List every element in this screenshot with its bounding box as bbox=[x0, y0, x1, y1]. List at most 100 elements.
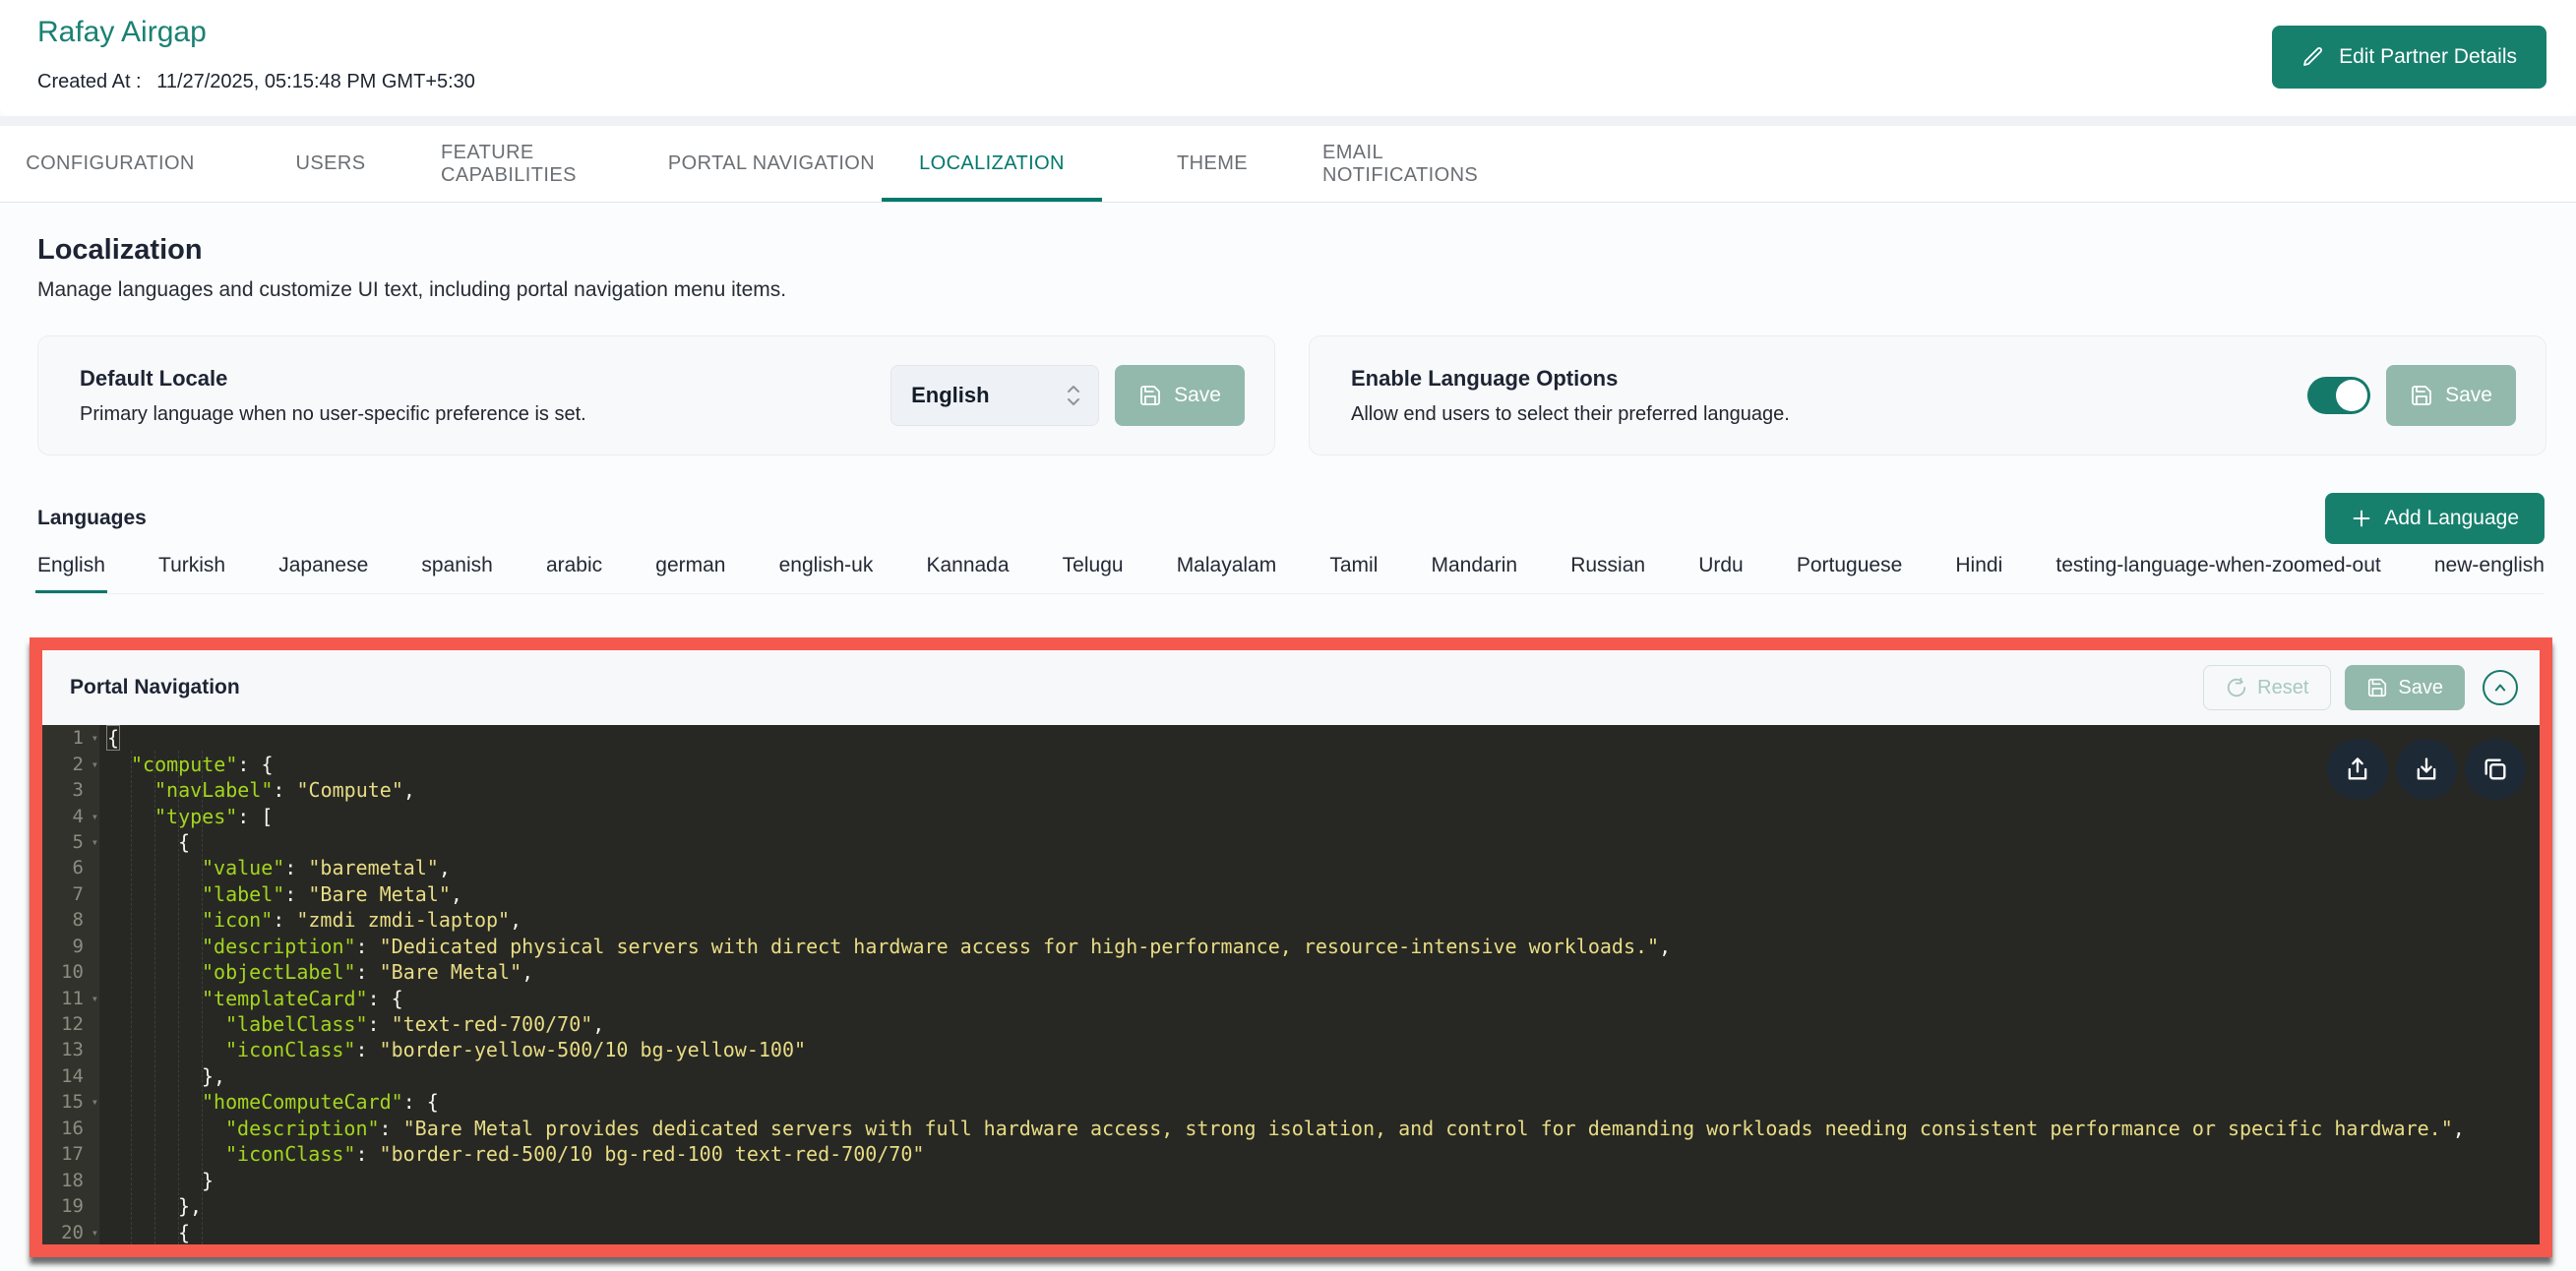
fold-toggle-icon[interactable]: ▾ bbox=[92, 810, 98, 823]
highlight-annotation-box: Portal Navigation Reset Save bbox=[30, 637, 2552, 1257]
section-title: Localization bbox=[37, 234, 2576, 267]
json-code-editor[interactable]: 1▾{2▾"compute": {3"navLabel": "Compute",… bbox=[42, 725, 2540, 1244]
header-divider bbox=[0, 116, 2576, 126]
page-title: Rafay Airgap bbox=[37, 16, 2576, 49]
portal-navigation-header: Portal Navigation Reset Save bbox=[42, 650, 2540, 725]
line-number: 9 bbox=[42, 936, 99, 957]
fold-toggle-icon[interactable]: ▾ bbox=[92, 992, 98, 1005]
chevron-up-down-icon bbox=[1065, 381, 1082, 410]
language-tab-english-uk[interactable]: english-uk bbox=[779, 554, 874, 593]
tab-theme[interactable]: THEME bbox=[1102, 126, 1322, 202]
toggle-knob bbox=[2336, 380, 2367, 411]
line-number: 19 bbox=[42, 1195, 99, 1217]
language-tab-hindi[interactable]: Hindi bbox=[1955, 554, 2002, 593]
download-icon[interactable] bbox=[2396, 739, 2457, 800]
code-line: 19}, bbox=[42, 1193, 2540, 1219]
code-line: 3"navLabel": "Compute", bbox=[42, 777, 2540, 803]
line-number: 4▾ bbox=[42, 806, 99, 827]
collapse-panel-button[interactable] bbox=[2483, 670, 2518, 705]
code-lines: 1▾{2▾"compute": {3"navLabel": "Compute",… bbox=[42, 725, 2540, 1244]
code-line: 11▾"templateCard": { bbox=[42, 985, 2540, 1010]
language-tab-testing-language-when-zoomed-out[interactable]: testing-language-when-zoomed-out bbox=[2055, 554, 2380, 593]
fold-toggle-icon[interactable]: ▾ bbox=[92, 757, 98, 771]
language-tab-german[interactable]: german bbox=[655, 554, 725, 593]
code-line: 13"iconClass": "border-yellow-500/10 bg-… bbox=[42, 1037, 2540, 1062]
plus-icon bbox=[2351, 508, 2372, 529]
floppy-save-icon bbox=[2410, 384, 2433, 407]
code-line: 7"label": "Bare Metal", bbox=[42, 881, 2540, 907]
language-tab-urdu[interactable]: Urdu bbox=[1698, 554, 1744, 593]
created-at-value: 11/27/2025, 05:15:48 PM GMT+5:30 bbox=[156, 71, 475, 92]
tab-configuration[interactable]: CONFIGURATION bbox=[0, 126, 220, 202]
code-line: 14}, bbox=[42, 1063, 2540, 1089]
language-tab-kannada[interactable]: Kannada bbox=[926, 554, 1009, 593]
line-number: 8 bbox=[42, 909, 99, 931]
language-tab-new-english[interactable]: new-english bbox=[2434, 554, 2545, 593]
section-subtitle: Manage languages and customize UI text, … bbox=[37, 278, 2546, 302]
languages-label: Languages bbox=[37, 507, 147, 530]
line-number: 10 bbox=[42, 961, 99, 983]
edit-partner-details-button[interactable]: Edit Partner Details bbox=[2272, 26, 2546, 89]
enable-language-toggle[interactable] bbox=[2307, 377, 2370, 414]
line-number: 17 bbox=[42, 1143, 99, 1165]
default-locale-description: Primary language when no user-specific p… bbox=[80, 403, 586, 426]
language-tab-portuguese[interactable]: Portuguese bbox=[1797, 554, 1902, 593]
code-line: 10"objectLabel": "Bare Metal", bbox=[42, 959, 2540, 985]
code-line: 8"icon": "zmdi zmdi-laptop", bbox=[42, 907, 2540, 933]
tab-email-notifications[interactable]: EMAIL NOTIFICATIONS bbox=[1322, 126, 1543, 202]
language-tab-turkish[interactable]: Turkish bbox=[158, 554, 225, 593]
tab-users[interactable]: USERS bbox=[220, 126, 441, 202]
language-options-card: Enable Language Options Allow end users … bbox=[1309, 335, 2546, 455]
add-language-button[interactable]: Add Language bbox=[2325, 493, 2545, 544]
line-number: 5▾ bbox=[42, 831, 99, 853]
code-line: 6"value": "baremetal", bbox=[42, 855, 2540, 880]
line-number: 16 bbox=[42, 1118, 99, 1139]
code-line: 18} bbox=[42, 1167, 2540, 1192]
language-tab-telugu[interactable]: Telugu bbox=[1063, 554, 1124, 593]
line-number: 12 bbox=[42, 1013, 99, 1035]
language-options-save-button[interactable]: Save bbox=[2386, 365, 2516, 426]
default-locale-save-button[interactable]: Save bbox=[1115, 365, 1245, 426]
language-tab-arabic[interactable]: arabic bbox=[546, 554, 602, 593]
tab-feature-capabilities[interactable]: FEATURE CAPABILITIES bbox=[441, 126, 661, 202]
code-line: 4▾"types": [ bbox=[42, 803, 2540, 828]
fold-toggle-icon[interactable]: ▾ bbox=[92, 1095, 98, 1109]
default-locale-select[interactable]: English bbox=[890, 365, 1099, 426]
language-tab-malayalam[interactable]: Malayalam bbox=[1177, 554, 1277, 593]
copy-icon[interactable] bbox=[2465, 739, 2526, 800]
reset-button[interactable]: Reset bbox=[2203, 665, 2331, 710]
language-tabs: English Turkish Japanese spanish arabic germa… bbox=[37, 554, 2545, 594]
language-tab-japanese[interactable]: Japanese bbox=[278, 554, 368, 593]
line-number: 11▾ bbox=[42, 988, 99, 1009]
language-tab-russian[interactable]: Russian bbox=[1570, 554, 1645, 593]
language-options-description: Allow end users to select their preferre… bbox=[1351, 403, 1790, 426]
line-number: 7 bbox=[42, 883, 99, 905]
created-at-label: Created At : bbox=[37, 71, 142, 92]
code-line: 20▾{ bbox=[42, 1219, 2540, 1244]
code-line: 12"labelClass": "text-red-700/70", bbox=[42, 1011, 2540, 1037]
language-tab-tamil[interactable]: Tamil bbox=[1329, 554, 1378, 593]
portal-navigation-title: Portal Navigation bbox=[70, 676, 240, 699]
editor-action-buttons bbox=[2327, 739, 2526, 800]
portal-navigation-panel: Portal Navigation Reset Save bbox=[42, 650, 2540, 1244]
line-number: 2▾ bbox=[42, 754, 99, 775]
upload-icon[interactable] bbox=[2327, 739, 2388, 800]
partner-header: Rafay Airgap Created At : 11/27/2025, 05… bbox=[0, 0, 2576, 116]
language-tab-english[interactable]: English bbox=[37, 554, 105, 593]
portal-navigation-save-button[interactable]: Save bbox=[2345, 665, 2465, 710]
default-locale-title: Default Locale bbox=[80, 366, 586, 392]
chevron-up-circle-icon bbox=[2490, 678, 2510, 697]
tab-localization[interactable]: LOCALIZATION bbox=[882, 126, 1102, 202]
default-locale-selected-value: English bbox=[911, 383, 989, 408]
language-tab-mandarin[interactable]: Mandarin bbox=[1432, 554, 1518, 593]
refresh-icon bbox=[2226, 677, 2247, 698]
fold-toggle-icon[interactable]: ▾ bbox=[92, 731, 98, 745]
line-number: 15▾ bbox=[42, 1091, 99, 1113]
language-tab-spanish[interactable]: spanish bbox=[421, 554, 492, 593]
language-options-title: Enable Language Options bbox=[1351, 366, 1790, 392]
main-tabs: CONFIGURATIONUSERSFEATURE CAPABILITIESPO… bbox=[0, 126, 2576, 203]
tab-portal-navigation[interactable]: PORTAL NAVIGATION bbox=[661, 126, 882, 202]
line-number: 1▾ bbox=[42, 727, 99, 749]
fold-toggle-icon[interactable]: ▾ bbox=[92, 835, 98, 849]
fold-toggle-icon[interactable]: ▾ bbox=[92, 1226, 98, 1240]
